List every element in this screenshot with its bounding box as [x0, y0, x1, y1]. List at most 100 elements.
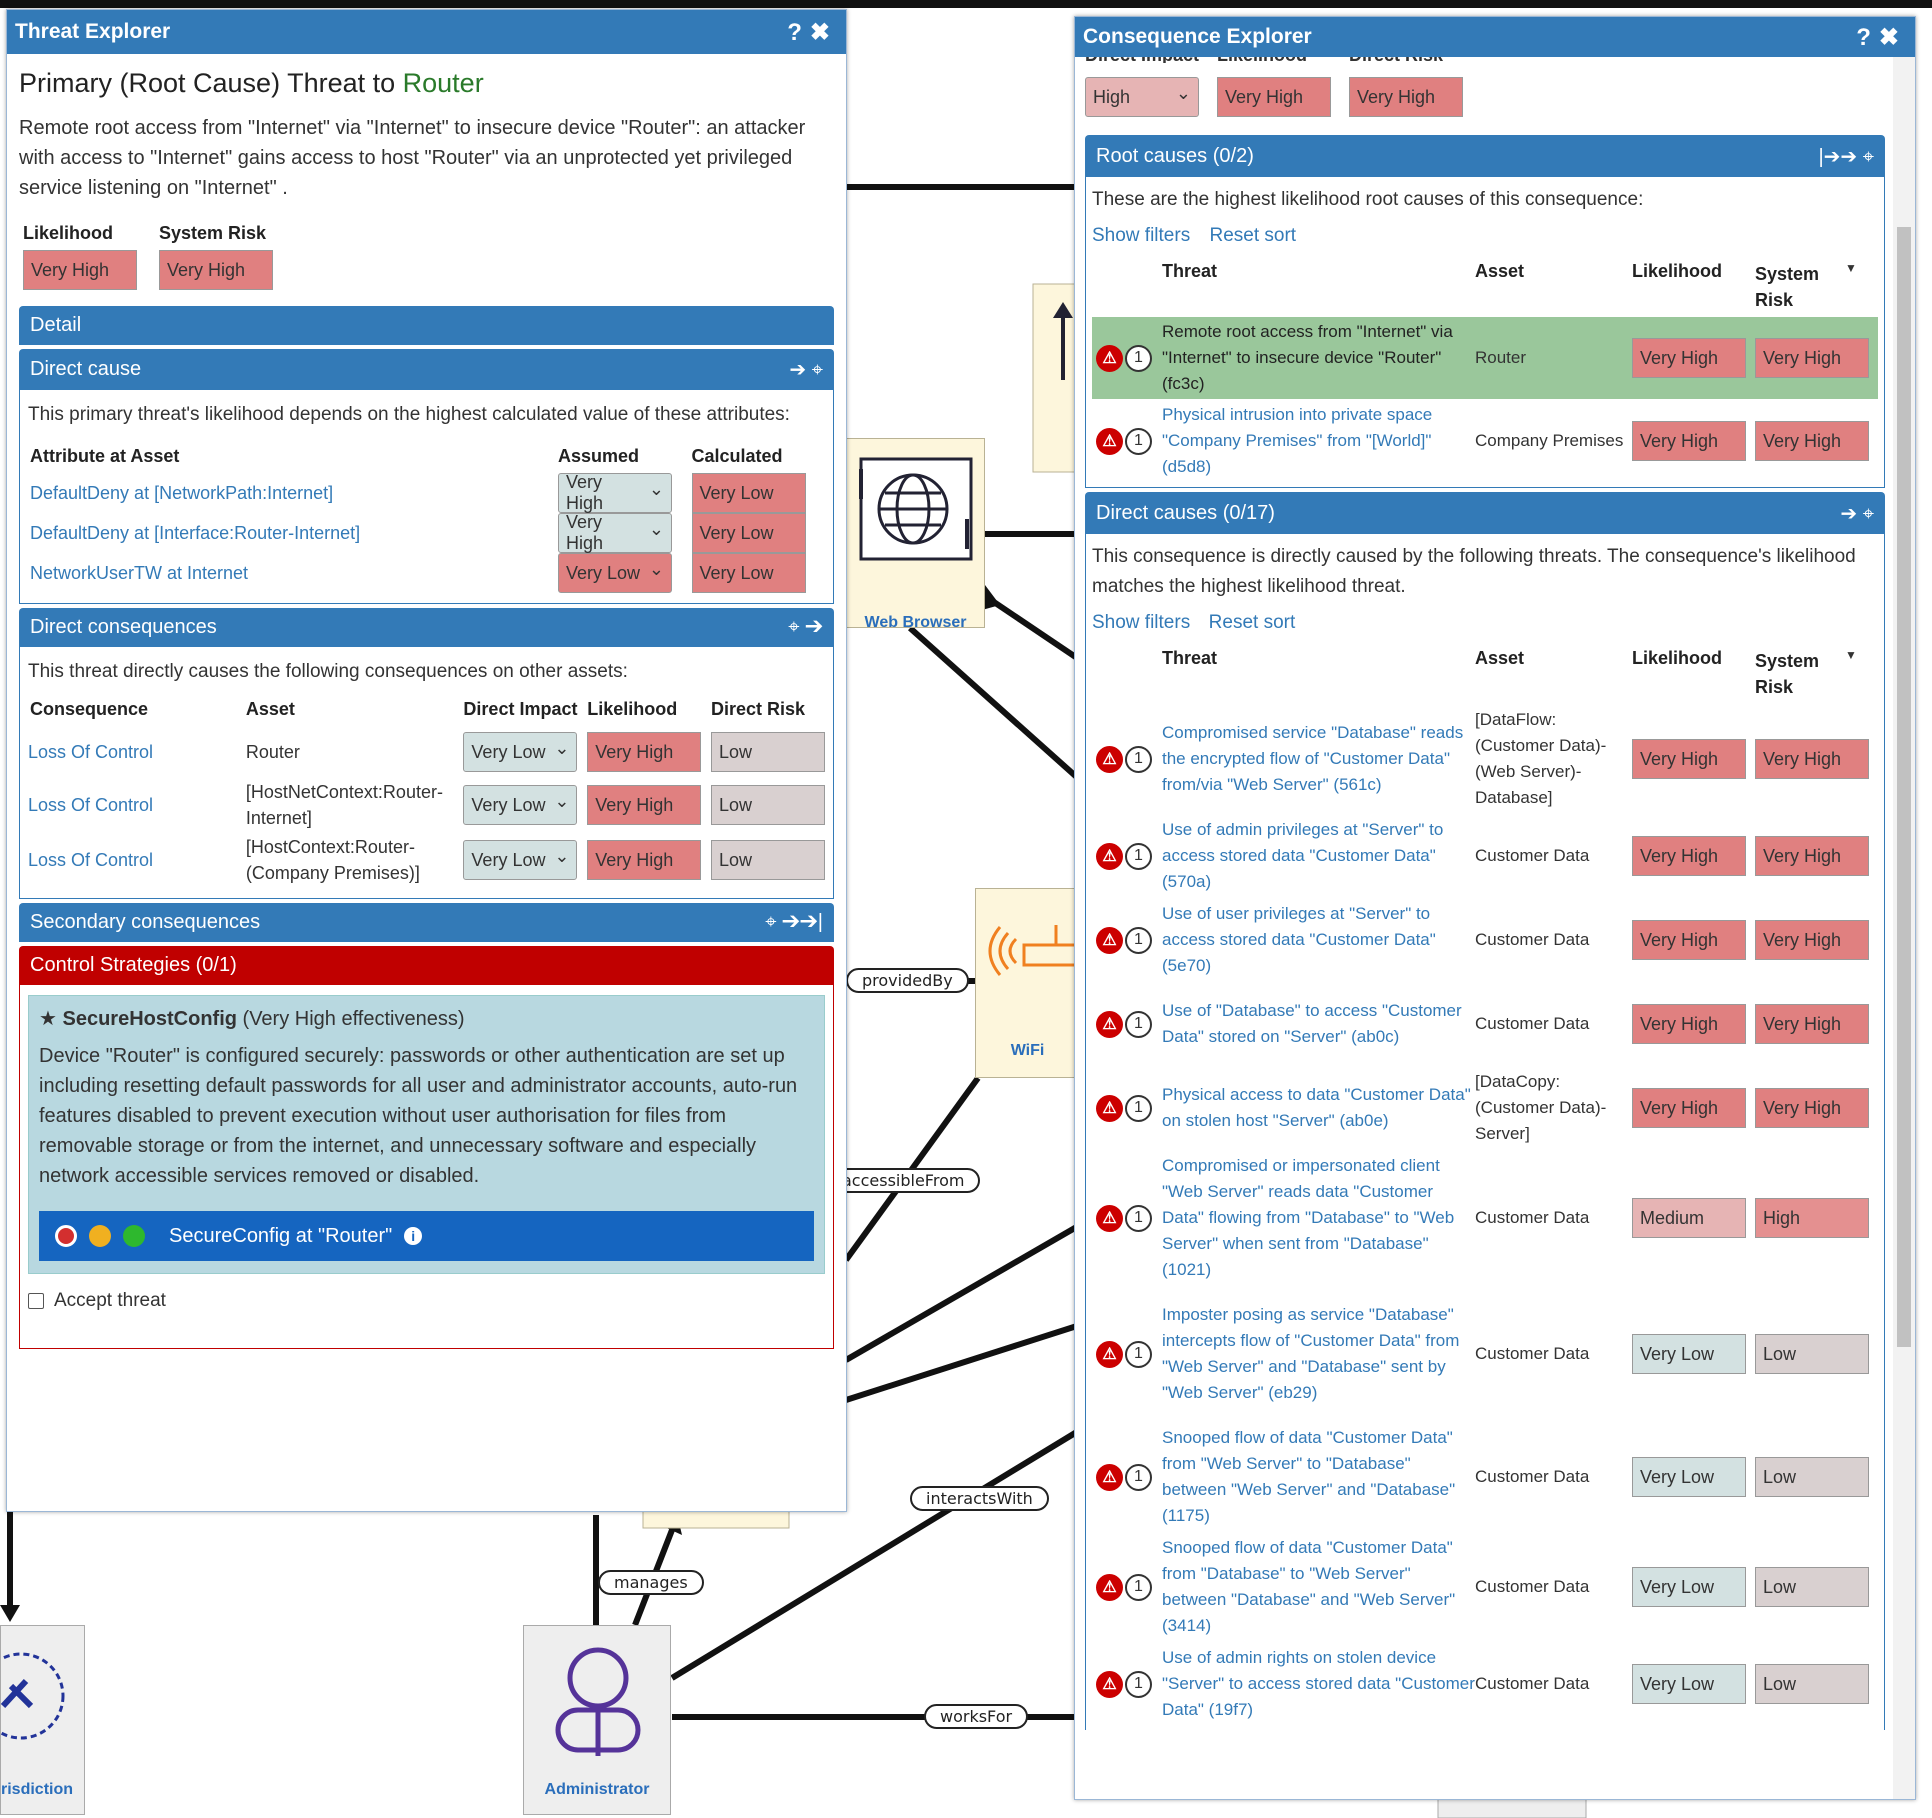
threat-link[interactable]: Use of admin rights on stolen device "Se…: [1162, 1645, 1475, 1723]
col-threat[interactable]: Threat: [1162, 261, 1475, 317]
attribute-link[interactable]: DefaultDeny at [NetworkPath:Internet]: [30, 483, 333, 503]
sort-desc-icon[interactable]: ▼: [1845, 261, 1857, 317]
table-row: Loss Of Control [HostNetContext:Router-I…: [28, 778, 825, 832]
direct-cause-header[interactable]: Direct cause ➔ ⌖: [19, 349, 834, 390]
threat-link[interactable]: Physical intrusion into private space "C…: [1162, 402, 1475, 480]
threat-row[interactable]: ⚠ 1 Physical intrusion into private space …: [1092, 399, 1878, 483]
consequence-link[interactable]: Loss Of Control: [28, 742, 153, 762]
impact-select[interactable]: Very Low: [463, 732, 578, 772]
control-bar[interactable]: SecureConfig at "Router" i: [39, 1211, 814, 1261]
consequence-explorer-panel[interactable]: Consequence Explorer ?✖ Direct Impact Li…: [1074, 16, 1916, 1800]
threat-row[interactable]: ⚠ 1 Snooped flow of data "Customer Data" f…: [1092, 1422, 1878, 1532]
col-asset[interactable]: Asset: [1475, 648, 1632, 704]
warning-icon: ⚠ 1: [1092, 926, 1162, 954]
assumed-select[interactable]: Very Low: [558, 553, 672, 593]
close-icon[interactable]: ✖: [1879, 24, 1907, 51]
calculated-value: Very Low: [691, 473, 806, 513]
arrow-right-icon[interactable]: ➔ ⌖: [1840, 501, 1874, 526]
threat-row[interactable]: ⚠ 1 Snooped flow of data "Customer Data" f…: [1092, 1532, 1878, 1642]
show-filters-link[interactable]: Show filters: [1092, 225, 1190, 246]
direct-cause-table: Attribute at Asset Assumed Calculated De…: [28, 440, 825, 593]
warning-icon: ⚠ 1: [1092, 745, 1162, 773]
control-strategies-header[interactable]: Control Strategies (0/1): [19, 946, 834, 985]
reset-sort-link[interactable]: Reset sort: [1209, 612, 1296, 633]
risk-value: Low: [1755, 1664, 1869, 1704]
help-icon[interactable]: ?: [1856, 24, 1879, 51]
asset-wifi[interactable]: WiFi: [975, 888, 1083, 1078]
direct-causes-header[interactable]: Direct causes (0/17) ➔ ⌖: [1085, 492, 1885, 534]
likelihood-label: Likelihood: [23, 223, 113, 243]
target-icon[interactable]: ⌖ ➔: [788, 616, 823, 639]
root-causes-body: These are the highest likelihood root ca…: [1085, 177, 1885, 488]
threat-row[interactable]: ⚠ 1 Use of admin rights on stolen device "…: [1092, 1642, 1878, 1726]
control-state-green-icon[interactable]: [123, 1225, 145, 1247]
asset-web-browser[interactable]: Web Browser: [846, 438, 985, 631]
col-asset[interactable]: Asset: [1475, 261, 1632, 317]
threat-link[interactable]: Compromised or impersonated client "Web …: [1162, 1153, 1475, 1283]
col-likelihood[interactable]: Likelihood: [1632, 261, 1755, 317]
threat-row[interactable]: ⚠ 1 Imposter posing as service "Database" …: [1092, 1286, 1878, 1422]
col-threat[interactable]: Threat: [1162, 648, 1475, 704]
threat-link[interactable]: Imposter posing as service "Database" in…: [1162, 1302, 1475, 1406]
threat-row[interactable]: ⚠ 1 Physical access to data "Customer Data…: [1092, 1066, 1878, 1150]
threat-row[interactable]: ⚠ 1 Use of admin privileges at "Server" to…: [1092, 814, 1878, 898]
reset-sort-link[interactable]: Reset sort: [1209, 225, 1296, 246]
scrollbar-thumb[interactable]: [1897, 227, 1911, 1347]
scrollbar[interactable]: [1893, 57, 1915, 1799]
threat-link[interactable]: Use of "Database" to access "Customer Da…: [1162, 998, 1475, 1050]
consequence-link[interactable]: Loss Of Control: [28, 795, 153, 815]
impact-select[interactable]: High: [1085, 77, 1199, 117]
col-likelihood: Likelihood: [587, 699, 678, 719]
threat-link[interactable]: Compromised service "Database" reads the…: [1162, 720, 1475, 798]
threat-link[interactable]: Use of admin privileges at "Server" to a…: [1162, 817, 1475, 895]
threat-explorer-panel[interactable]: Threat Explorer ?✖ Primary (Root Cause) …: [6, 9, 847, 1512]
arrow-right-icon[interactable]: |➔➔ ⌖: [1818, 144, 1874, 169]
secondary-consequences-header[interactable]: Secondary consequences ⌖ ➔➔|: [19, 903, 834, 942]
impact-select[interactable]: Very Low: [463, 785, 578, 825]
threat-link[interactable]: Snooped flow of data "Customer Data" fro…: [1162, 1535, 1475, 1639]
control-state-amber-icon[interactable]: [89, 1225, 111, 1247]
sort-desc-icon[interactable]: ▼: [1845, 648, 1857, 704]
col-system-risk[interactable]: System Risk: [1755, 648, 1845, 704]
threat-link[interactable]: Remote root access from "Internet" via "…: [1162, 319, 1475, 397]
consequence-explorer-title: Consequence Explorer: [1083, 25, 1312, 48]
assumed-select[interactable]: Very High: [558, 512, 672, 553]
asset-jurisdiction[interactable]: risdiction: [0, 1625, 85, 1815]
consequence-link[interactable]: Loss Of Control: [28, 850, 153, 870]
close-icon[interactable]: ✖: [810, 19, 838, 46]
control-state-red-icon[interactable]: [55, 1225, 77, 1247]
likelihood-value: Very High: [1632, 836, 1746, 876]
assumed-select[interactable]: Very High: [558, 472, 672, 513]
likelihood-value: Medium: [1632, 1198, 1746, 1238]
info-icon[interactable]: i: [404, 1227, 423, 1245]
risk-value: Very High: [1755, 920, 1869, 960]
root-causes-header[interactable]: Root causes (0/2) |➔➔ ⌖: [1085, 135, 1885, 177]
impact-select[interactable]: Very Low: [463, 840, 578, 880]
attribute-link[interactable]: NetworkUserTW at Internet: [30, 563, 248, 583]
help-icon[interactable]: ?: [787, 19, 810, 46]
col-likelihood[interactable]: Likelihood: [1632, 648, 1755, 704]
threat-row[interactable]: ⚠ 1 Compromised or impersonated client "We…: [1092, 1150, 1878, 1286]
threat-link[interactable]: Physical access to data "Customer Data" …: [1162, 1082, 1475, 1134]
arrow-right-icon[interactable]: ➔ ⌖: [789, 357, 823, 382]
threat-row[interactable]: ⚠ 1 Use of user privileges at "Server" to …: [1092, 898, 1878, 982]
threat-row[interactable]: ⚠ 1 Compromised service "Database" reads t…: [1092, 704, 1878, 814]
arrow-right-icon[interactable]: ⌖ ➔➔|: [765, 911, 823, 934]
risk-value: Very High: [1755, 836, 1869, 876]
direct-consequences-header[interactable]: Direct consequences ⌖ ➔: [19, 608, 834, 647]
accept-threat-label: Accept threat: [54, 1290, 166, 1311]
detail-header[interactable]: Detail: [19, 306, 834, 345]
threat-explorer-titlebar[interactable]: Threat Explorer ?✖: [7, 10, 846, 54]
threat-row[interactable]: ⚠ 1 Use of "Database" to access "Customer …: [1092, 982, 1878, 1066]
col-asset: Asset: [245, 699, 295, 719]
asset-administrator[interactable]: Administrator: [523, 1625, 671, 1815]
show-filters-link[interactable]: Show filters: [1092, 612, 1190, 633]
accept-threat-checkbox[interactable]: [28, 1293, 44, 1309]
attribute-link[interactable]: DefaultDeny at [Interface:Router-Interne…: [30, 523, 360, 543]
col-system-risk[interactable]: System Risk: [1755, 261, 1845, 317]
asset-administrator-label: Administrator: [544, 1781, 650, 1798]
consequence-explorer-titlebar[interactable]: Consequence Explorer ?✖: [1075, 17, 1915, 57]
threat-link[interactable]: Snooped flow of data "Customer Data" fro…: [1162, 1425, 1475, 1529]
threat-link[interactable]: Use of user privileges at "Server" to ac…: [1162, 901, 1475, 979]
threat-row[interactable]: ⚠ 1 Remote root access from "Internet" via…: [1092, 317, 1878, 399]
